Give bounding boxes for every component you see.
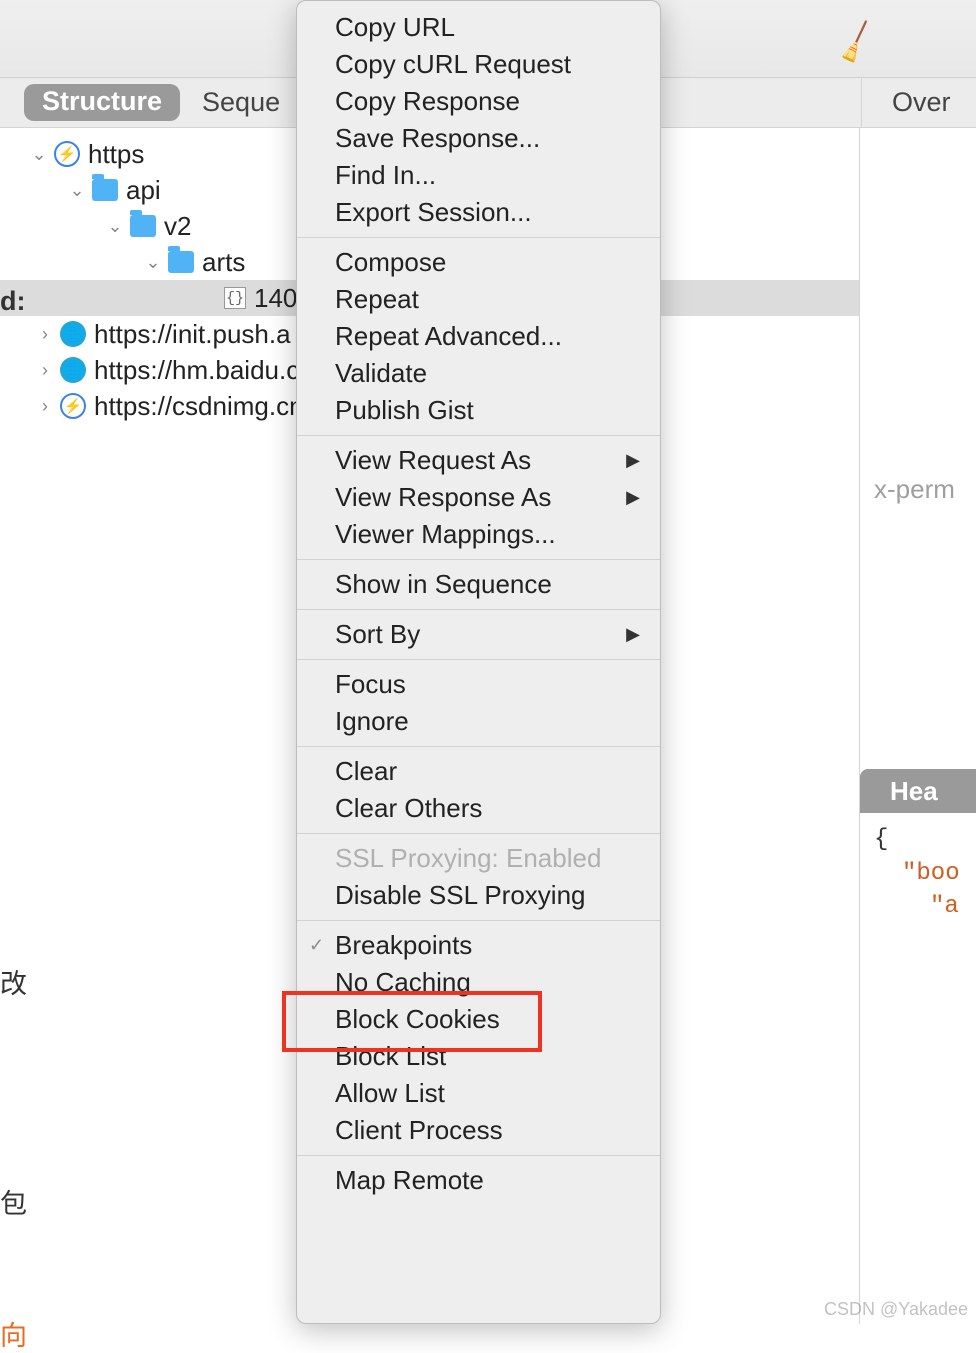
menu-clear[interactable]: Clear [297,753,660,790]
menu-no-caching[interactable]: No Caching [297,964,660,1001]
edge-text: 包 [0,1182,27,1221]
menu-separator [297,833,660,834]
json-body: { "boo "a [860,813,976,924]
submenu-arrow-icon: ▶ [626,487,640,508]
menu-copy-response[interactable]: Copy Response [297,83,660,120]
menu-view-response-as[interactable]: View Response As▶ [297,479,660,516]
tree-label: 140 [254,283,297,314]
menu-ssl-proxying-status: SSL Proxying: Enabled [297,840,660,877]
menu-separator [297,609,660,610]
edge-text: 向 [0,1314,27,1353]
menu-client-process[interactable]: Client Process [297,1112,660,1149]
menu-separator [297,435,660,436]
menu-validate[interactable]: Validate [297,355,660,392]
globe-icon: 🌐 [60,321,86,347]
broom-icon[interactable]: 🧹 [831,18,881,67]
menu-block-list[interactable]: Block List [297,1038,660,1075]
chevron-down-icon[interactable]: ⌄ [106,216,124,237]
chevron-right-icon[interactable]: › [36,324,54,345]
tree-label: https [88,139,144,170]
menu-sort-by[interactable]: Sort By▶ [297,616,660,653]
menu-separator [297,237,660,238]
menu-find-in[interactable]: Find In... [297,157,660,194]
folder-icon [92,179,118,201]
menu-allow-list[interactable]: Allow List [297,1075,660,1112]
menu-compose[interactable]: Compose [297,244,660,281]
lightning-icon: ⚡ [60,393,86,419]
tree-label: api [126,175,161,206]
lightning-icon: ⚡ [54,141,80,167]
check-icon: ✓ [309,935,324,956]
detail-panel: Over x-perm Hea { "boo "a [860,128,976,1324]
menu-separator [297,559,660,560]
submenu-arrow-icon: ▶ [626,450,640,471]
menu-clear-others[interactable]: Clear Others [297,790,660,827]
folder-icon [168,251,194,273]
tab-overview[interactable]: Over [861,78,976,128]
submenu-arrow-icon: ▶ [626,624,640,645]
menu-breakpoints[interactable]: ✓Breakpoints [297,927,660,964]
menu-focus[interactable]: Focus [297,666,660,703]
menu-publish-gist[interactable]: Publish Gist [297,392,660,429]
menu-export-session[interactable]: Export Session... [297,194,660,231]
menu-view-request-as[interactable]: View Request As▶ [297,442,660,479]
chevron-down-icon[interactable]: ⌄ [30,144,48,165]
menu-viewer-mappings[interactable]: Viewer Mappings... [297,516,660,553]
tree-label: arts [202,247,245,278]
menu-save-response[interactable]: Save Response... [297,120,660,157]
menu-map-remote[interactable]: Map Remote [297,1162,660,1199]
header-label: x-perm [860,464,976,505]
tab-sequence[interactable]: Seque [202,87,280,118]
tab-headers[interactable]: Hea [860,769,976,813]
menu-separator [297,746,660,747]
menu-separator [297,1155,660,1156]
menu-separator [297,920,660,921]
context-menu: Copy URL Copy cURL Request Copy Response… [296,0,661,1324]
tree-label: v2 [164,211,191,242]
tree-label: https://csdnimg.cn [94,391,304,422]
json-line: "a [874,890,976,924]
menu-copy-url[interactable]: Copy URL [297,9,660,46]
tree-label: https://hm.baidu.c [94,355,299,386]
chevron-down-icon[interactable]: ⌄ [144,252,162,273]
menu-separator [297,659,660,660]
chevron-down-icon[interactable]: ⌄ [68,180,86,201]
menu-ignore[interactable]: Ignore [297,703,660,740]
menu-repeat-advanced[interactable]: Repeat Advanced... [297,318,660,355]
tab-structure[interactable]: Structure [24,84,180,121]
menu-copy-curl[interactable]: Copy cURL Request [297,46,660,83]
watermark: CSDN @Yakadee [824,1299,968,1320]
tree-label: https://init.push.a [94,319,291,350]
edge-text: d: [0,286,25,317]
menu-block-cookies[interactable]: Block Cookies [297,1001,660,1038]
folder-icon [130,215,156,237]
globe-icon: 🌐 [60,357,86,383]
chevron-right-icon[interactable]: › [36,396,54,417]
menu-repeat[interactable]: Repeat [297,281,660,318]
menu-disable-ssl-proxying[interactable]: Disable SSL Proxying [297,877,660,914]
json-line: { [874,823,976,857]
json-line: "boo [874,857,976,891]
menu-show-in-sequence[interactable]: Show in Sequence [297,566,660,603]
edge-text: 改 [0,962,27,1001]
json-braces-icon: {} [224,287,246,309]
chevron-right-icon[interactable]: › [36,360,54,381]
